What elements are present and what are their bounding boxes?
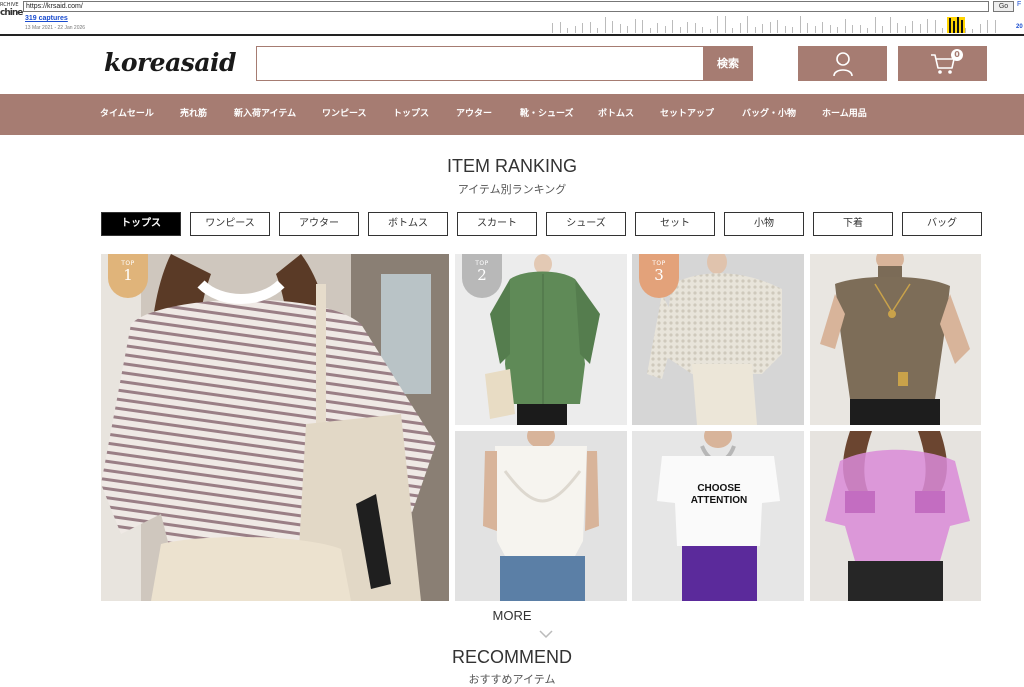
- product-tile-rank-3[interactable]: TOP 3: [632, 254, 804, 425]
- user-icon: [832, 51, 853, 76]
- more-button[interactable]: MORE: [0, 608, 1024, 623]
- tab-outer[interactable]: アウター: [279, 212, 359, 236]
- nav-item-bags[interactable]: バッグ・小物: [742, 94, 796, 135]
- product-image: [455, 431, 627, 601]
- product-image: [101, 254, 449, 601]
- site-logo[interactable]: koreasaid: [104, 48, 237, 77]
- wayback-sparkline[interactable]: [552, 13, 1012, 33]
- tab-underwear[interactable]: 下着: [813, 212, 893, 236]
- wayback-url-input[interactable]: https://krsaid.com/: [23, 1, 989, 12]
- chevron-down-icon[interactable]: [538, 628, 554, 640]
- product-image: [810, 431, 981, 601]
- nav-item-setup[interactable]: セットアップ: [660, 94, 714, 135]
- wayback-f-link[interactable]: F: [1017, 1, 1021, 8]
- wayback-date-range: 13 Mar 2021 - 22 Jan 2026: [25, 25, 86, 31]
- wayback-toolbar: RCHIVE chine https://krsaid.com/ Go F 31…: [0, 0, 1024, 36]
- rank-badge-number: 2: [477, 266, 487, 284]
- nav-item-home[interactable]: ホーム用品: [822, 94, 867, 135]
- tab-onepiece[interactable]: ワンピース: [190, 212, 270, 236]
- tab-bottoms[interactable]: ボトムス: [368, 212, 448, 236]
- rank-badge-2: TOP 2: [462, 254, 502, 298]
- search-input[interactable]: [256, 46, 704, 81]
- nav-item-timesale[interactable]: タイムセール: [100, 94, 154, 135]
- recommend-title: RECOMMEND: [452, 647, 572, 667]
- nav-item-outer[interactable]: アウター: [456, 94, 492, 135]
- recommend-subtitle: おすすめアイテム: [468, 674, 556, 686]
- tab-accessories[interactable]: 小物: [724, 212, 804, 236]
- rank-badge-1: TOP 1: [108, 254, 148, 298]
- wayback-captures-link[interactable]: 319 captures: [25, 15, 68, 22]
- product-tile-rank-7[interactable]: [810, 431, 981, 601]
- nav-item-tops[interactable]: トップス: [393, 94, 429, 135]
- wayback-logo[interactable]: RCHIVE chine: [0, 2, 23, 32]
- product-image: [810, 254, 981, 425]
- cart-button[interactable]: 0: [898, 46, 987, 81]
- tab-skirt[interactable]: スカート: [457, 212, 537, 236]
- ranking-subtitle: アイテム別ランキング: [457, 184, 567, 196]
- wayback-logo-big: chine: [0, 8, 23, 18]
- nav-item-onepiece[interactable]: ワンピース: [322, 94, 367, 135]
- nav-item-shoes[interactable]: 靴・シューズ: [520, 94, 574, 135]
- product-tile-rank-6[interactable]: CHOOSE ATTENTION: [632, 431, 804, 601]
- tab-shoes[interactable]: シューズ: [546, 212, 626, 236]
- nav-item-bestsellers[interactable]: 売れ筋: [180, 94, 207, 135]
- product-image: [632, 431, 804, 601]
- tab-set[interactable]: セット: [635, 212, 715, 236]
- product-tile-rank-4[interactable]: [810, 254, 981, 425]
- rank-badge-3: TOP 3: [639, 254, 679, 298]
- tshirt-print-text: CHOOSE ATTENTION: [690, 483, 748, 506]
- search-button[interactable]: 検索: [703, 46, 753, 81]
- nav-item-bottoms[interactable]: ボトムス: [598, 94, 634, 135]
- nav-item-new-arrivals[interactable]: 新入荷アイテム: [234, 94, 296, 135]
- ranking-title: ITEM RANKING: [446, 156, 577, 176]
- account-button[interactable]: [798, 46, 887, 81]
- wayback-go-button[interactable]: Go: [993, 1, 1014, 12]
- product-tile-rank-1[interactable]: TOP 1: [101, 254, 449, 601]
- product-tile-rank-2[interactable]: TOP 2: [455, 254, 627, 425]
- category-nav: タイムセール 売れ筋 新入荷アイテム ワンピース トップス アウター 靴・シュー…: [0, 94, 1024, 135]
- rank-badge-number: 3: [654, 266, 664, 284]
- tab-tops[interactable]: トップス: [101, 212, 181, 236]
- rank-badge-number: 1: [123, 266, 133, 284]
- wayback-year-link[interactable]: 20: [1016, 24, 1023, 30]
- tab-bag[interactable]: バッグ: [902, 212, 982, 236]
- product-tile-rank-5[interactable]: [455, 431, 627, 601]
- cart-count-badge: 0: [951, 49, 963, 61]
